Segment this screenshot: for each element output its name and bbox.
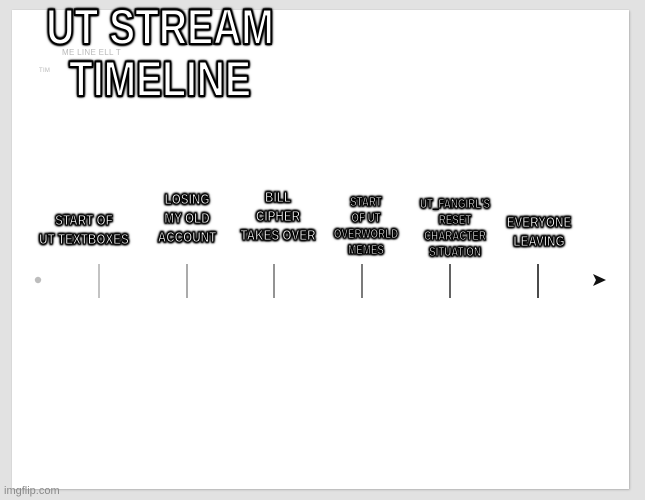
event-label: EVERYONE LEAVING <box>506 214 572 251</box>
meme-title: UT STREAM TIMELINE <box>45 0 274 107</box>
event-label: START OF UT TEXTBOXES <box>39 212 129 249</box>
imgflip-watermark: imgflip.com <box>4 485 60 497</box>
